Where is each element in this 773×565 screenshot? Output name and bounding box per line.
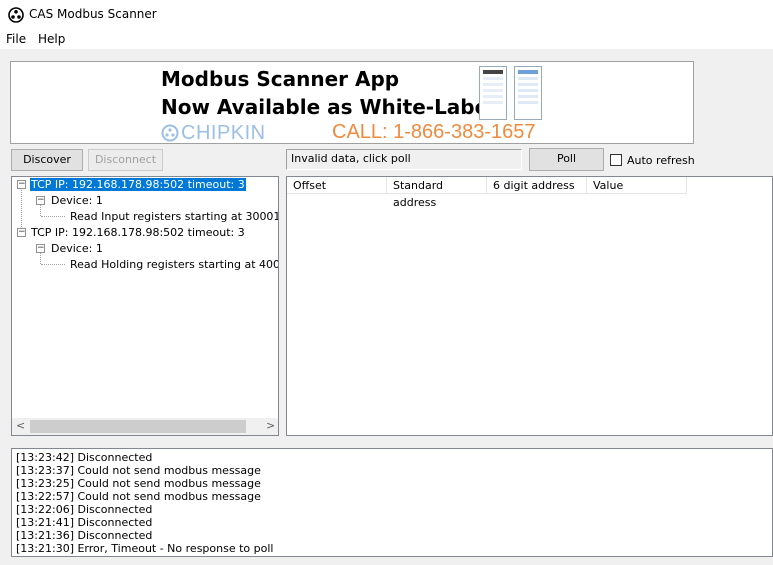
title-bar: CAS Modbus Scanner xyxy=(0,0,773,30)
advertisement-banner[interactable]: Modbus Scanner App Now Available as Whit… xyxy=(10,61,694,144)
collapse-icon[interactable]: − xyxy=(17,228,26,237)
banner-subheadline: Now Available as White-Label xyxy=(161,95,496,119)
column-header-value[interactable]: Value xyxy=(587,177,687,194)
column-header-6-digit-address[interactable]: 6 digit address xyxy=(487,177,587,194)
banner-headline: Modbus Scanner App xyxy=(161,67,400,91)
log-line: [13:21:30] Error, Timeout - No response … xyxy=(16,542,274,555)
tree-item-action[interactable]: Read Input registers starting at 30001 f… xyxy=(70,210,278,224)
status-field: Invalid data, click poll xyxy=(286,149,522,170)
poll-button[interactable]: Poll xyxy=(529,148,604,171)
menu-bar: File Help xyxy=(0,30,773,49)
scroll-right-icon[interactable]: > xyxy=(266,419,275,432)
phone-screenshot-image xyxy=(479,66,507,120)
banner-phone: CALL: 1-866-383-1657 xyxy=(332,121,536,143)
tree-item-device[interactable]: Device: 1 xyxy=(51,242,103,256)
auto-refresh-label: Auto refresh xyxy=(627,154,695,167)
log-line: [13:22:06] Disconnected xyxy=(16,503,153,516)
banner-brand: CHIPKIN xyxy=(181,122,266,144)
app-icon xyxy=(8,7,24,23)
chipkin-logo-icon xyxy=(161,124,179,142)
discover-button[interactable]: Discover xyxy=(11,149,83,171)
tree-line xyxy=(41,216,65,217)
register-table[interactable]: Offset Standard address 6 digit address … xyxy=(286,176,773,436)
column-header-offset[interactable]: Offset xyxy=(287,177,387,194)
log-line: [13:22:57] Could not send modbus message xyxy=(16,490,261,503)
scroll-left-icon[interactable]: < xyxy=(16,419,25,432)
tree-line xyxy=(40,252,41,264)
phone-screenshot-image xyxy=(514,66,542,120)
tree-horizontal-scrollbar[interactable]: < > xyxy=(12,418,278,435)
tree-item-action[interactable]: Read Holding registers starting at 40001… xyxy=(70,258,278,272)
tree-item-connection[interactable]: TCP IP: 192.168.178.98:502 timeout: 3 xyxy=(30,178,246,192)
log-line: [13:23:42] Disconnected xyxy=(16,451,153,464)
tree-item-label: TCP IP: 192.168.178.98:502 timeout: 3 xyxy=(30,178,246,191)
log-output[interactable]: [13:23:42] Disconnected [13:23:37] Could… xyxy=(11,448,773,557)
disconnect-button[interactable]: Disconnect xyxy=(88,149,163,171)
menu-help[interactable]: Help xyxy=(38,32,65,46)
tree-line xyxy=(41,264,65,265)
log-line: [13:21:36] Disconnected xyxy=(16,529,153,542)
tree-item-device[interactable]: Device: 1 xyxy=(51,194,103,208)
collapse-icon[interactable]: − xyxy=(36,244,45,253)
menu-file[interactable]: File xyxy=(6,32,26,46)
collapse-icon[interactable]: − xyxy=(17,180,26,189)
tree-line xyxy=(40,204,41,216)
log-line: [13:23:25] Could not send modbus message xyxy=(16,477,261,490)
tree-item-connection[interactable]: TCP IP: 192.168.178.98:502 timeout: 3 xyxy=(31,226,245,240)
auto-refresh-checkbox[interactable] xyxy=(610,154,622,166)
collapse-icon[interactable]: − xyxy=(36,196,45,205)
log-line: [13:21:41] Disconnected xyxy=(16,516,153,529)
log-line: [13:23:37] Could not send modbus message xyxy=(16,464,261,477)
connection-tree[interactable]: − TCP IP: 192.168.178.98:502 timeout: 3 … xyxy=(11,176,279,436)
window-title: CAS Modbus Scanner xyxy=(29,7,157,21)
tree-item-label: TCP IP: 192.168.178.98:502 timeout: 3 xyxy=(31,226,245,239)
column-header-standard-address[interactable]: Standard address xyxy=(387,177,487,209)
scrollbar-thumb[interactable] xyxy=(30,420,246,433)
